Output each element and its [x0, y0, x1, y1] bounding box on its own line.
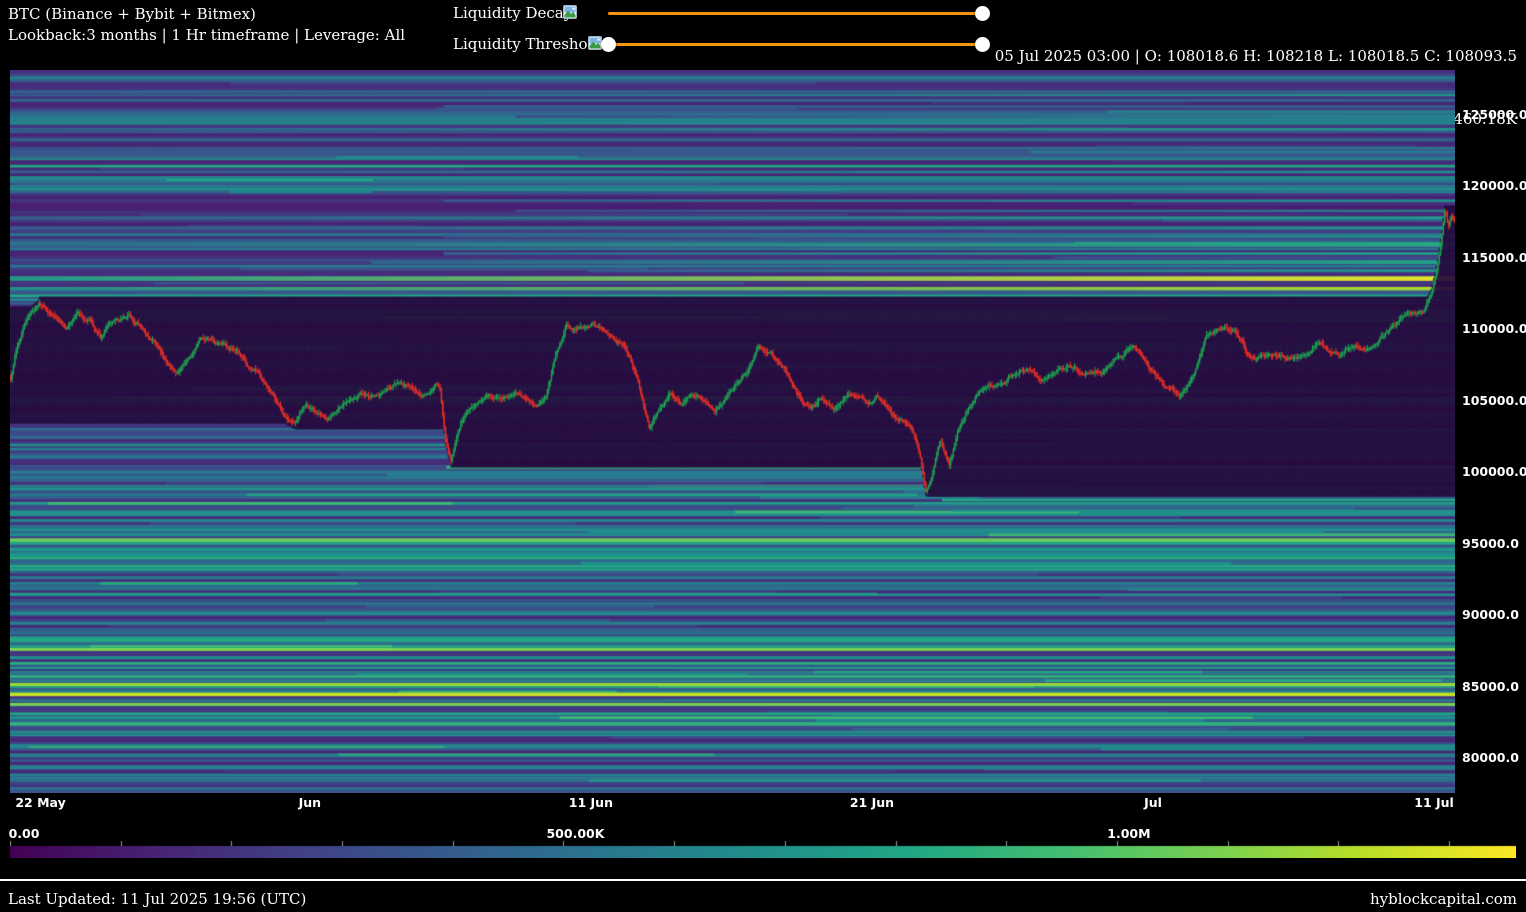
liquidity-threshold-label: Liquidity Threshold	[453, 35, 602, 53]
chart-subtitle: Lookback:3 months | 1 Hr timeframe | Lev…	[8, 25, 405, 46]
y-axis-tick-label: 85000.0	[1462, 679, 1519, 694]
colorbar	[10, 839, 1516, 858]
header-left: BTC (Binance + Bybit + Bitmex) Lookback:…	[8, 4, 405, 46]
y-axis-tick-label: 120000.0	[1462, 178, 1526, 193]
liquidity-threshold-slider-handle[interactable]	[601, 37, 616, 52]
y-axis-tick-label: 90000.0	[1462, 607, 1519, 622]
liquidity-threshold-slider-handle[interactable]	[975, 37, 990, 52]
liquidity-decay-slider-handle[interactable]	[975, 6, 990, 21]
chart-title: BTC (Binance + Bybit + Bitmex)	[8, 4, 405, 25]
y-axis-tick-label: 110000.0	[1462, 321, 1526, 336]
x-axis-tick-label: 21 Jun	[850, 795, 894, 810]
liquidity-decay-label: Liquidity Decay	[453, 4, 572, 22]
x-axis-tick-label: Jun	[299, 795, 321, 810]
y-axis-tick-label: 125000.0	[1462, 107, 1526, 122]
broken-image-icon	[563, 5, 578, 24]
liquidity-decay-slider-track[interactable]	[608, 12, 982, 15]
y-axis-tick-label: 80000.0	[1462, 750, 1519, 765]
site-link[interactable]: hyblockcapital.com	[1370, 890, 1517, 908]
footer-divider	[0, 879, 1526, 881]
x-axis-tick-label: 11 Jun	[569, 795, 613, 810]
x-axis-tick-label: 22 May	[15, 795, 65, 810]
liquidity-threshold-slider-track[interactable]	[608, 43, 982, 46]
y-axis-tick-label: 115000.0	[1462, 250, 1526, 265]
y-axis-tick-label: 100000.0	[1462, 464, 1526, 479]
x-axis-tick-label: Jul	[1144, 795, 1162, 810]
y-axis-tick-label: 95000.0	[1462, 536, 1519, 551]
last-updated-label: Last Updated: 11 Jul 2025 19:56 (UTC)	[8, 890, 306, 908]
y-axis-tick-label: 105000.0	[1462, 393, 1526, 408]
liquidity-heatmap-canvas[interactable]	[10, 70, 1455, 793]
ohlc-readout: 05 Jul 2025 03:00 | O: 108018.6 H: 10821…	[995, 46, 1517, 67]
x-axis-tick-label: 11 Jul	[1414, 795, 1454, 810]
